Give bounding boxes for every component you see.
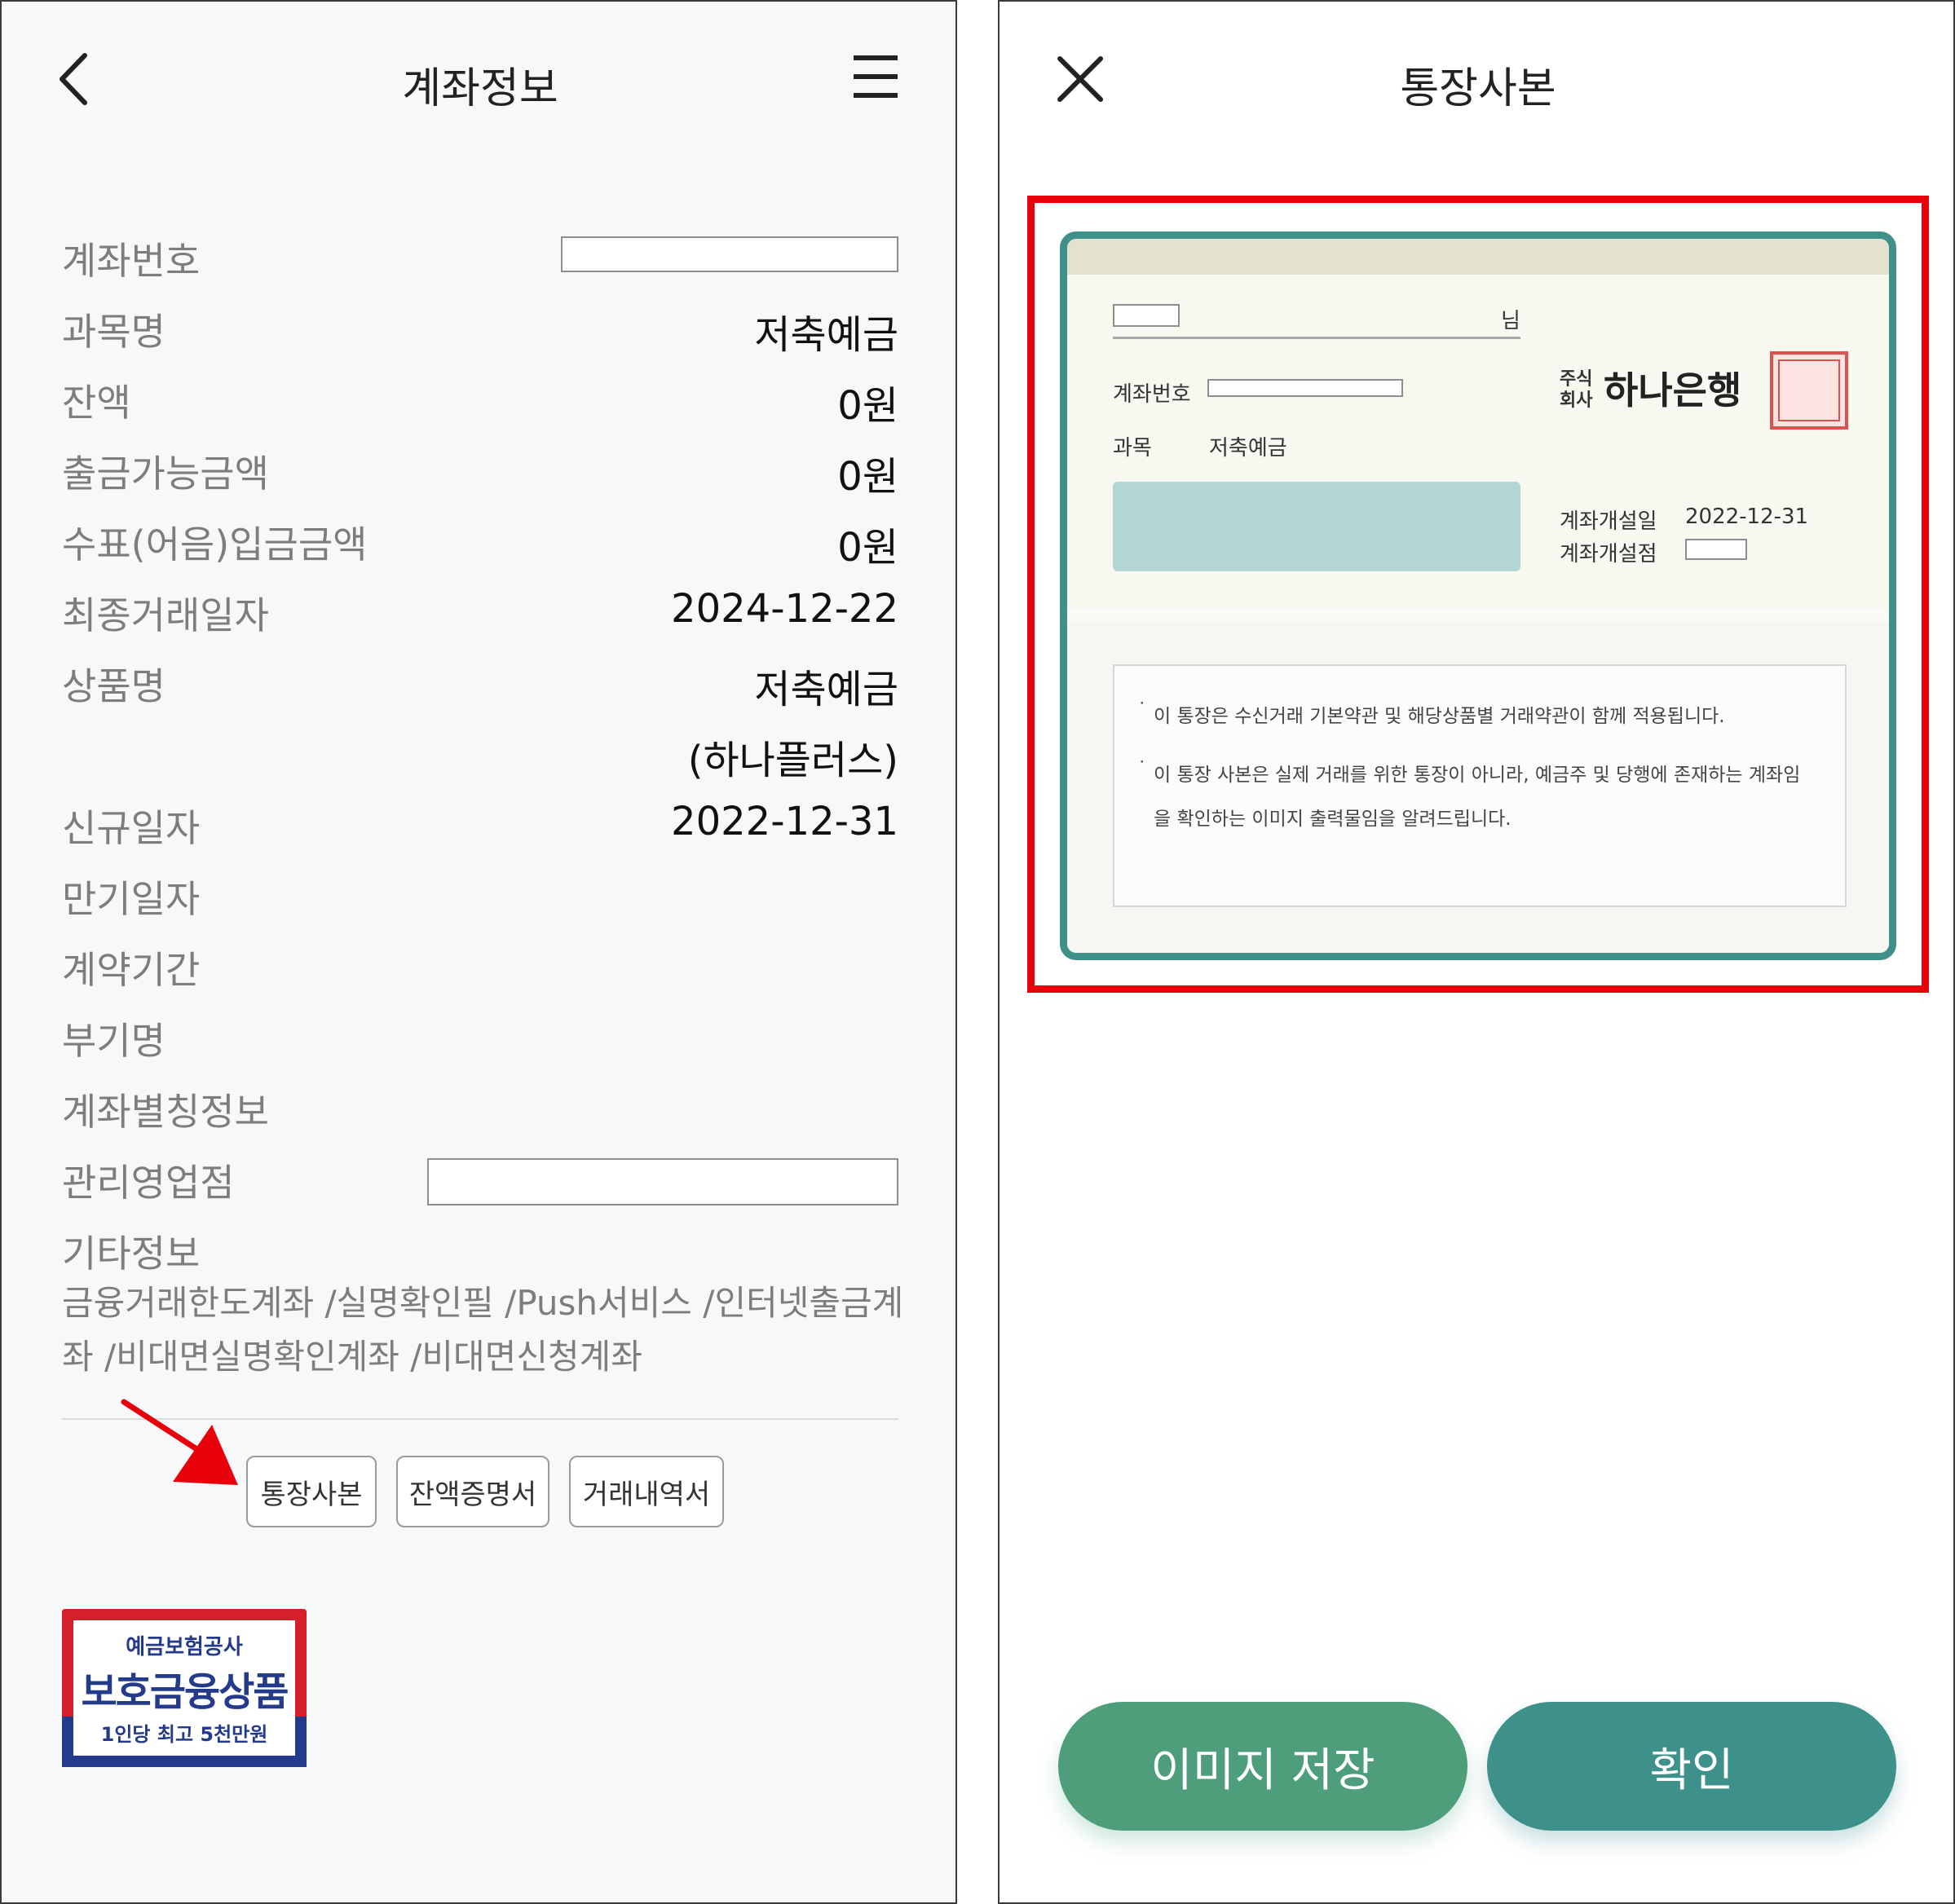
row-subject: 과목명 저축예금: [62, 302, 898, 359]
open-date-label: 계좌개설일: [1560, 509, 1657, 534]
row-withdrawable: 출금가능금액 0원: [62, 444, 898, 501]
open-branch-label: 계좌개설점: [1560, 542, 1657, 566]
balance-certificate-button[interactable]: 잔액증명서: [396, 1456, 549, 1527]
notice-bullet-1: ˙: [1137, 700, 1147, 721]
passbook-image: 님 계좌번호 과목 저축예금 주식 회사 하나은행 계좌개설일 2022-12-…: [1060, 231, 1896, 960]
subject-label: 과목: [1113, 436, 1152, 461]
notice-line-2: 이 통장 사본은 실제 거래를 위한 통장이 아니라, 예금주 및 당행에 존재…: [1154, 765, 1801, 786]
notice-line-1: 이 통장은 수신거래 기본약관 및 해당상품별 거래약관이 함께 적용됩니다.: [1154, 706, 1725, 727]
row-label: 수표(어음)입금금액: [62, 522, 368, 566]
redacted-account-number: [1207, 379, 1403, 397]
row-open-date: 신규일자 2022-12-31: [62, 799, 898, 856]
row-maturity-date: 만기일자: [62, 870, 898, 927]
other-info-text: 금융거래한도계좌 /실명확인필 /Push서비스 /인터넷출금계좌 /비대면실명…: [62, 1283, 904, 1377]
row-label: 기타정보: [62, 1232, 201, 1276]
deposit-insurance-badge: 예금보험공사 보호금융상품 1인당 최고 5천만원: [62, 1609, 307, 1767]
row-account-number: 계좌번호: [62, 231, 898, 289]
row-balance: 잔액 0원: [62, 373, 898, 430]
notice-line-3: 을 확인하는 이미지 출력물임을 알려드립니다.: [1154, 809, 1511, 830]
account-number-label: 계좌번호: [1113, 382, 1191, 407]
bank-seal-icon: [1770, 351, 1848, 430]
transaction-history-button[interactable]: 거래내역서: [569, 1456, 724, 1527]
row-note-name: 부기명: [62, 1012, 898, 1069]
open-date-value: 2022-12-31: [1685, 505, 1809, 529]
row-last-transaction: 최종거래일자 2024-12-22: [62, 586, 898, 643]
bank-name: 하나은행: [1604, 368, 1742, 412]
row-product-name: 상품명 저축예금: [62, 657, 898, 714]
row-label: 신규일자: [62, 806, 201, 850]
red-pointer-arrow-icon: [121, 1399, 238, 1485]
notice-box: ˙ 이 통장은 수신거래 기본약관 및 해당상품별 거래약관이 함께 적용됩니다…: [1113, 664, 1847, 907]
save-image-button[interactable]: 이미지 저장: [1058, 1702, 1467, 1831]
row-product-name-cont: (하나플러스): [62, 728, 898, 785]
row-value: (하나플러스): [687, 738, 898, 783]
passbook-copy-button[interactable]: 통장사본: [246, 1456, 377, 1527]
row-value: 2024-12-22: [671, 586, 898, 632]
badge-line2: 보호금융상품: [81, 1669, 289, 1715]
row-label: 과목명: [62, 310, 165, 354]
row-value: 0원: [837, 383, 898, 429]
row-label: 계좌별칭정보: [62, 1090, 269, 1134]
row-contract-period: 계약기간: [62, 941, 898, 998]
row-other-info: 기타정보: [62, 1224, 898, 1281]
row-label: 관리영업점: [62, 1161, 235, 1205]
confirm-button[interactable]: 확인: [1487, 1702, 1896, 1831]
teal-band: [1113, 482, 1520, 571]
row-value: 저축예금: [754, 667, 898, 712]
notice-bullet-2: ˙: [1137, 759, 1147, 780]
passbook-copy-screen: 통장사본 님 계좌번호 과목 저축예금 주식 회사 하나은행 계좌개설일 202…: [998, 0, 1955, 1904]
row-label: 부기명: [62, 1019, 165, 1063]
passbook-topbar: [1067, 239, 1889, 275]
badge-line3: 1인당 최고 5천만원: [100, 1723, 268, 1746]
row-label: 출금가능금액: [62, 452, 269, 496]
row-label: 상품명: [62, 664, 165, 708]
holder-suffix: 님: [1501, 309, 1520, 333]
account-info-screen: 계좌정보 계좌번호 과목명 저축예금 잔액 0원 출금가능금액 0원 수표(어음…: [0, 0, 957, 1904]
row-value: 2022-12-31: [671, 799, 898, 844]
row-alias: 계좌별칭정보: [62, 1082, 898, 1139]
row-check-deposit: 수표(어음)입금금액 0원: [62, 515, 898, 572]
subject-value: 저축예금: [1209, 436, 1287, 461]
row-branch: 관리영업점: [62, 1153, 898, 1210]
row-value: 저축예금: [754, 312, 898, 358]
page-title: 계좌정보: [402, 64, 558, 113]
row-value: 0원: [837, 525, 898, 571]
redacted-branch: [427, 1158, 898, 1205]
row-value: 0원: [837, 454, 898, 500]
row-label: 만기일자: [62, 877, 201, 921]
holder-underline: [1113, 337, 1520, 339]
corp-label-bottom: 회사: [1560, 390, 1593, 411]
redacted-holder-name: [1113, 304, 1180, 327]
row-label: 계약기간: [62, 948, 201, 992]
page-title: 통장사본: [1400, 64, 1556, 113]
badge-line1: 예금보험공사: [126, 1635, 243, 1659]
hamburger-menu-icon[interactable]: [854, 55, 898, 98]
redacted-account-number: [561, 236, 898, 272]
row-label: 잔액: [62, 381, 131, 425]
redacted-open-branch: [1685, 539, 1747, 560]
row-label: 최종거래일자: [62, 593, 269, 637]
row-label: 계좌번호: [62, 239, 201, 283]
